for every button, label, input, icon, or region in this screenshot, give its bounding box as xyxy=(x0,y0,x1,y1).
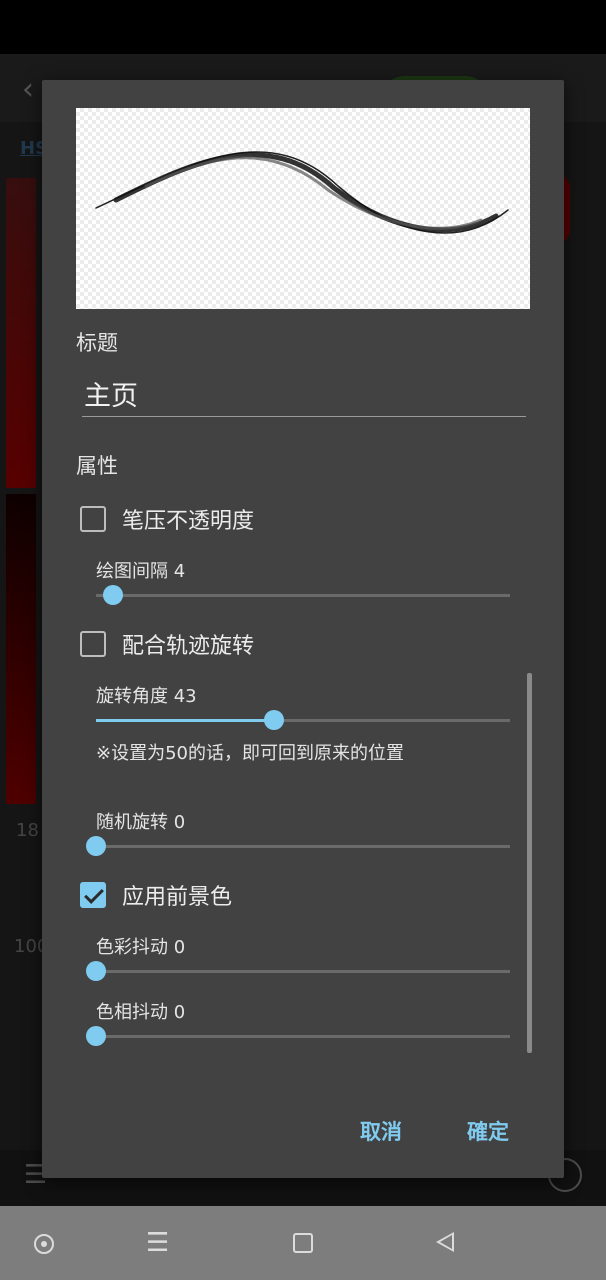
checkbox-icon xyxy=(80,506,106,532)
system-navigation-bar: ☰ xyxy=(0,1206,606,1280)
brush-stroke-preview xyxy=(76,108,530,309)
color-jitter-label: 色彩抖动 0 xyxy=(96,937,186,958)
slider-track xyxy=(96,1035,510,1038)
ok-button[interactable]: 確定 xyxy=(467,1116,509,1146)
rotation-note: ※设置为50的话，即可回到原来的位置 xyxy=(96,743,404,764)
draw-interval-slider[interactable] xyxy=(96,584,510,606)
hue-jitter-label: 色相抖动 0 xyxy=(96,1002,186,1023)
random-rotation-label: 随机旋转 0 xyxy=(96,812,186,833)
color-jitter-slider[interactable] xyxy=(86,960,510,982)
slider-track xyxy=(96,594,510,597)
slider-thumb[interactable] xyxy=(86,1026,106,1046)
slider-fill xyxy=(96,719,275,722)
draw-interval-label: 绘图间隔 4 xyxy=(96,561,186,582)
follow-path-rotation-checkbox[interactable]: 配合轨迹旋转 xyxy=(80,628,254,660)
pen-pressure-opacity-label: 笔压不透明度 xyxy=(122,509,255,534)
slider-thumb[interactable] xyxy=(86,961,106,981)
slider-thumb[interactable] xyxy=(102,585,123,605)
slider-track xyxy=(96,970,510,973)
slider-track xyxy=(96,845,510,848)
apply-foreground-color-checkbox[interactable]: 应用前景色 xyxy=(80,879,232,911)
slider-thumb[interactable] xyxy=(264,710,285,730)
scrollbar[interactable] xyxy=(527,673,532,1053)
brush-settings-dialog: 标题 属性 笔压不透明度 绘图间隔 4 配合轨迹旋转 旋转角度 43 ※设置为5… xyxy=(42,80,564,1178)
home-icon[interactable] xyxy=(293,1233,313,1253)
slider-thumb[interactable] xyxy=(86,836,106,856)
random-rotation-slider[interactable] xyxy=(86,835,510,857)
checkbox-icon xyxy=(80,631,106,657)
back-icon[interactable] xyxy=(436,1232,454,1252)
menu-icon[interactable]: ☰ xyxy=(146,1228,169,1258)
status-bar xyxy=(0,0,606,54)
apply-foreground-color-label: 应用前景色 xyxy=(122,885,233,910)
rotation-angle-slider[interactable] xyxy=(96,709,510,731)
hue-jitter-slider[interactable] xyxy=(86,1025,510,1047)
recent-apps-icon[interactable] xyxy=(34,1234,54,1254)
title-label: 标题 xyxy=(76,331,118,355)
title-input[interactable] xyxy=(82,370,526,417)
pen-pressure-opacity-checkbox[interactable]: 笔压不透明度 xyxy=(80,503,254,535)
properties-label: 属性 xyxy=(76,454,118,478)
checkbox-checked-icon xyxy=(80,882,106,908)
brush-stroke-icon xyxy=(95,151,509,234)
cancel-button[interactable]: 取消 xyxy=(360,1116,402,1146)
follow-path-rotation-label: 配合轨迹旋转 xyxy=(122,634,255,659)
rotation-angle-label: 旋转角度 43 xyxy=(96,686,197,707)
